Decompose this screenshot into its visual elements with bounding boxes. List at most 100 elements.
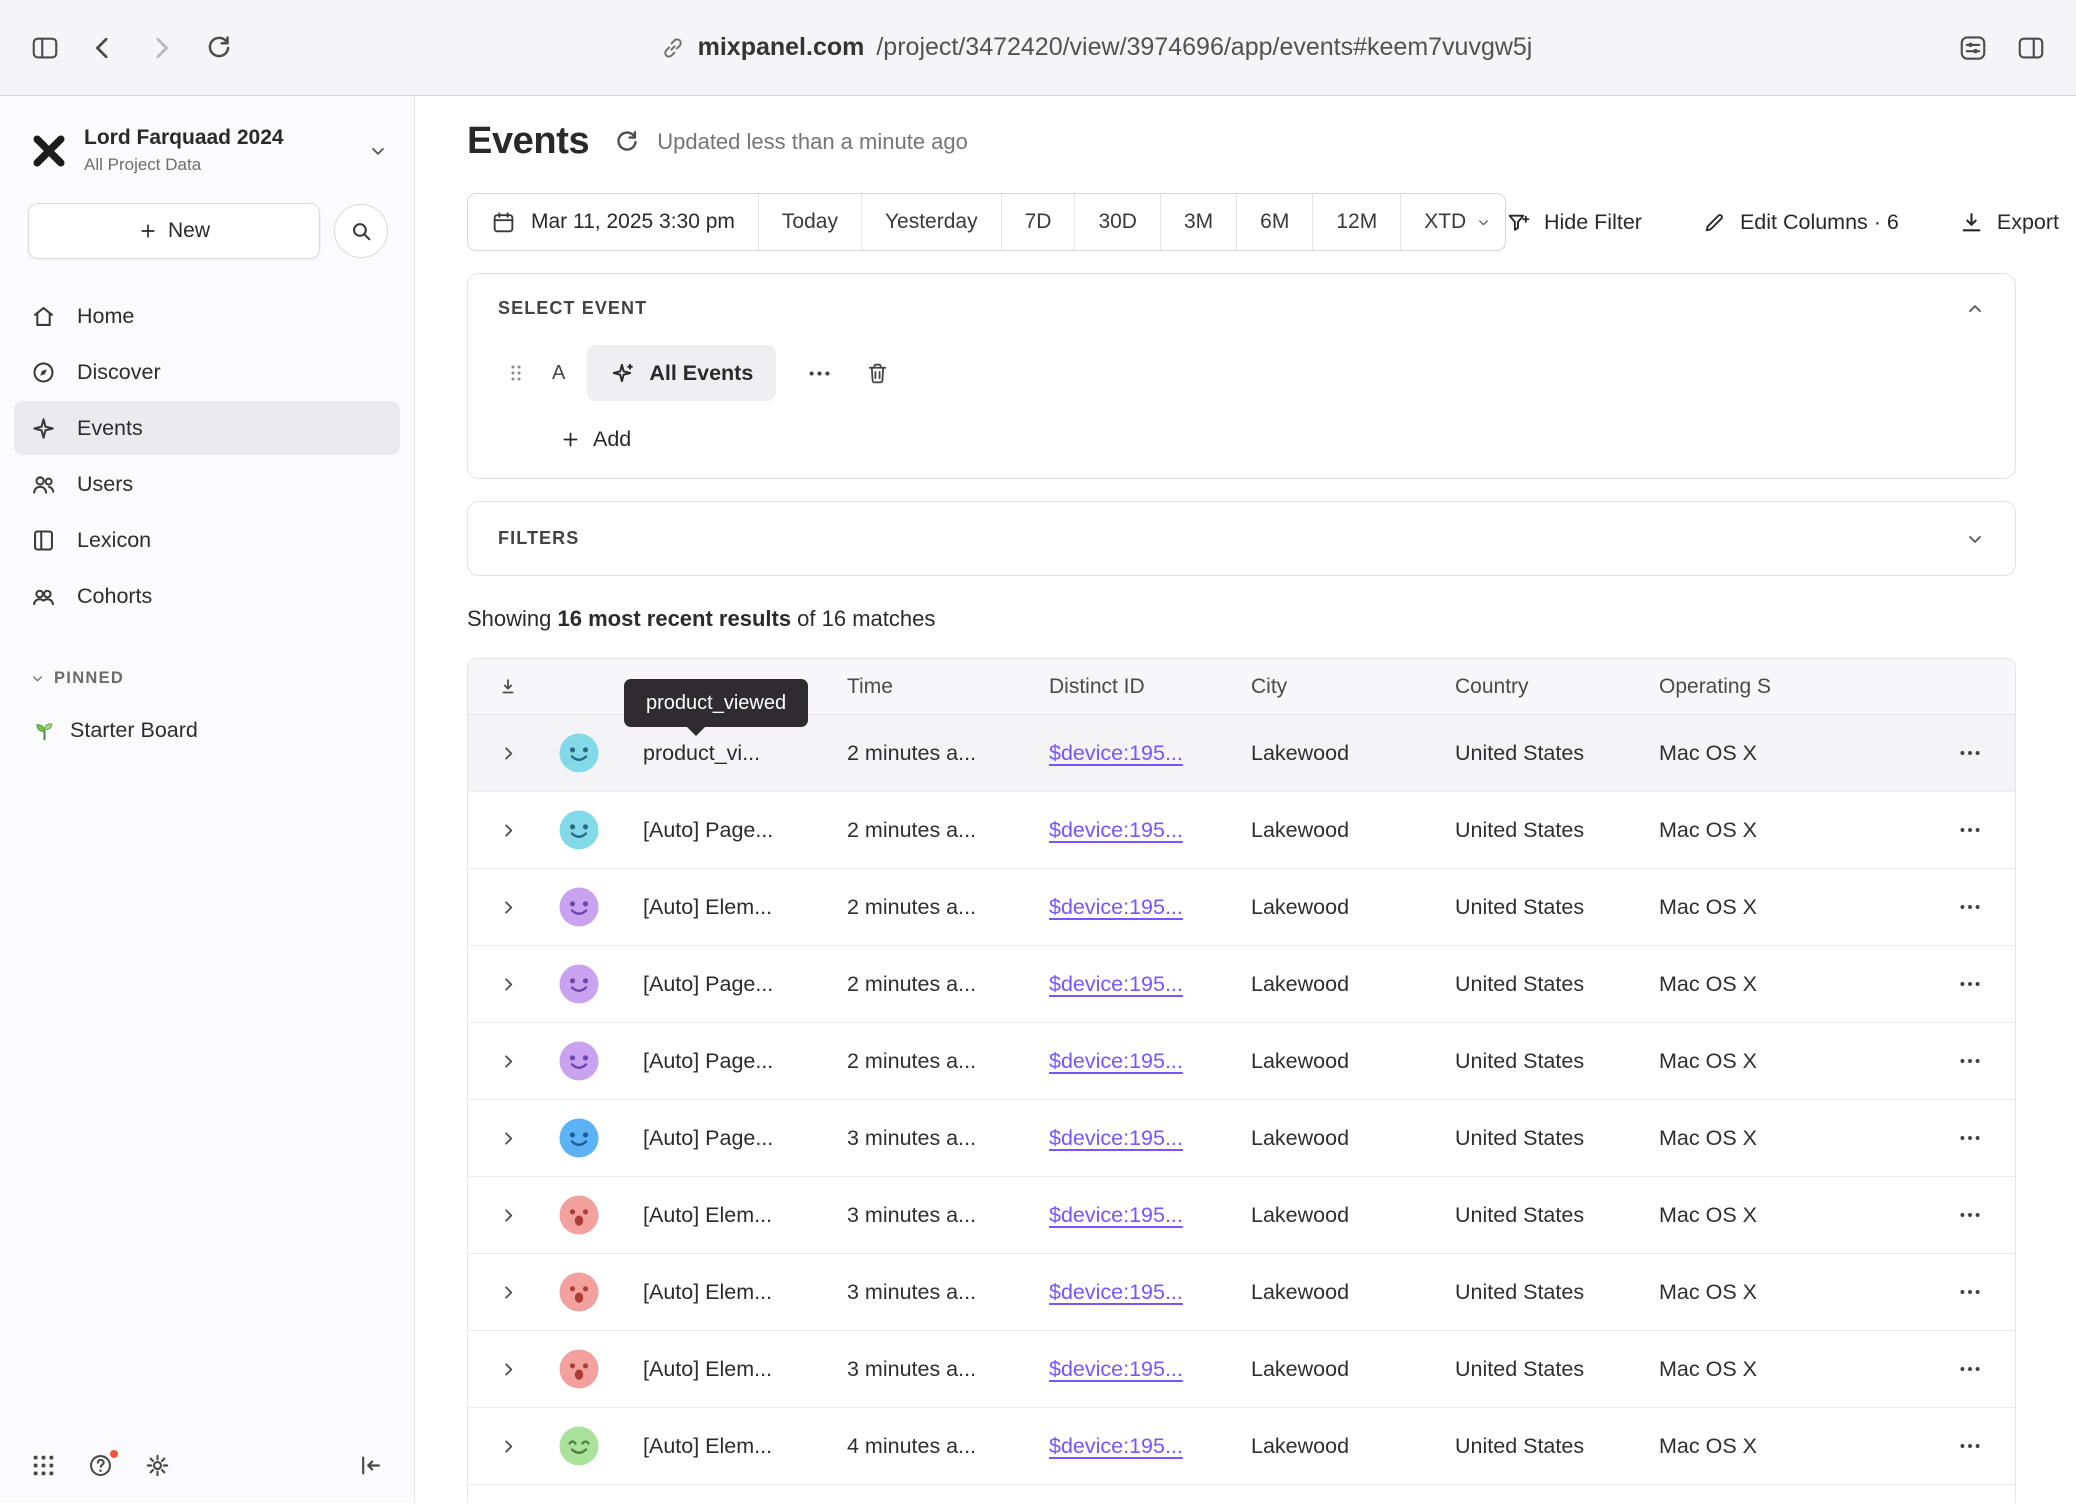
date-picker-button[interactable]: Mar 11, 2025 3:30 pm xyxy=(468,194,758,250)
table-row[interactable]: [Auto] Elem...3 minutes a...$device:195.… xyxy=(468,1177,2015,1254)
apps-grid-icon[interactable] xyxy=(30,1452,57,1479)
column-distinct-id[interactable]: Distinct ID xyxy=(1049,675,1251,699)
event-name[interactable]: [Auto] Elem... xyxy=(610,1203,847,1228)
distinct-id-link[interactable]: $device:195... xyxy=(1049,741,1251,766)
expand-row-icon[interactable] xyxy=(499,1129,518,1148)
row-actions-button[interactable] xyxy=(1957,740,1983,766)
expand-row-icon[interactable] xyxy=(499,898,518,917)
export-button[interactable]: Export xyxy=(1959,210,2059,235)
delete-event-icon[interactable] xyxy=(865,361,890,386)
drag-handle-icon[interactable] xyxy=(504,360,528,386)
pinned-section-header[interactable]: PINNED xyxy=(30,669,414,688)
refresh-icon[interactable] xyxy=(613,128,641,156)
pinned-item-starter-board[interactable]: Starter Board xyxy=(32,718,414,743)
event-selector-button[interactable]: All Events xyxy=(587,345,776,401)
table-row[interactable]: [Auto] Elem...3 minutes a...$device:195.… xyxy=(468,1254,2015,1331)
table-row[interactable]: [Auto] Elem...2 minutes a...$device:195.… xyxy=(468,869,2015,946)
sidebar-item-lexicon[interactable]: Lexicon xyxy=(14,513,400,567)
event-name[interactable]: [Auto] Elem... xyxy=(610,1434,847,1459)
edit-columns-button[interactable]: Edit Columns · 6 xyxy=(1702,210,1899,235)
expand-row-icon[interactable] xyxy=(499,744,518,763)
sidebar-item-cohorts[interactable]: Cohorts xyxy=(14,569,400,623)
range-yesterday[interactable]: Yesterday xyxy=(861,194,1001,250)
distinct-id-link[interactable]: $device:195... xyxy=(1049,1434,1251,1459)
event-name[interactable]: [Auto] Page... xyxy=(610,1049,847,1074)
expand-row-icon[interactable] xyxy=(499,1437,518,1456)
column-city[interactable]: City xyxy=(1251,675,1455,699)
row-actions-button[interactable] xyxy=(1957,1279,1983,1305)
browser-sidebar-toggle-icon[interactable] xyxy=(30,33,60,63)
reload-icon[interactable] xyxy=(204,33,234,63)
chevron-down-icon[interactable] xyxy=(1965,529,1985,549)
row-actions-button[interactable] xyxy=(1957,971,1983,997)
chevron-up-icon[interactable] xyxy=(1965,299,1985,319)
filters-title: FILTERS xyxy=(498,528,579,549)
add-event-button[interactable]: Add xyxy=(560,427,631,452)
distinct-id-link[interactable]: $device:195... xyxy=(1049,1126,1251,1151)
search-icon xyxy=(349,219,374,244)
expand-row-icon[interactable] xyxy=(499,1052,518,1071)
settings-gear-icon[interactable] xyxy=(144,1452,171,1479)
distinct-id-link[interactable]: $device:195... xyxy=(1049,1280,1251,1305)
event-name[interactable]: [Auto] Page... xyxy=(610,818,847,843)
distinct-id-link[interactable]: $device:195... xyxy=(1049,895,1251,920)
table-row[interactable]: [Auto] Page...3 minutes a...$device:195.… xyxy=(468,1100,2015,1177)
range-30d[interactable]: 30D xyxy=(1074,194,1160,250)
event-name[interactable]: [Auto] Page... xyxy=(610,972,847,997)
event-options-button[interactable] xyxy=(806,360,833,387)
range-12m[interactable]: 12M xyxy=(1312,194,1400,250)
table-row[interactable]: product_vi...2 minutes a...$device:195..… xyxy=(468,715,2015,792)
collapse-rows-icon[interactable] xyxy=(497,676,519,698)
table-row[interactable]: [Auto] Elem...3 minutes a...$device:195.… xyxy=(468,1331,2015,1408)
column-time[interactable]: Time xyxy=(847,675,1049,699)
table-row[interactable]: [Auto] Page...2 minutes a...$device:195.… xyxy=(468,946,2015,1023)
browser-right-sidebar-icon[interactable] xyxy=(2016,33,2046,63)
sidebar-item-discover[interactable]: Discover xyxy=(14,345,400,399)
range-xtd[interactable]: XTD xyxy=(1400,194,1506,250)
sidebar-item-home[interactable]: Home xyxy=(14,289,400,343)
back-icon[interactable] xyxy=(88,33,118,63)
hide-filter-button[interactable]: Hide Filter xyxy=(1506,210,1642,235)
expand-row-icon[interactable] xyxy=(499,1283,518,1302)
page-settings-icon[interactable] xyxy=(1958,33,1988,63)
sidebar-item-events[interactable]: Events xyxy=(14,401,400,455)
event-name[interactable]: [Auto] Elem... xyxy=(610,1280,847,1305)
row-actions-button[interactable] xyxy=(1957,1048,1983,1074)
url-bar[interactable]: mixpanel.com/project/3472420/view/397469… xyxy=(262,33,1930,62)
row-actions-button[interactable] xyxy=(1957,894,1983,920)
row-actions-button[interactable] xyxy=(1957,1356,1983,1382)
event-name[interactable]: product_vi... xyxy=(610,741,847,766)
collapse-sidebar-icon[interactable] xyxy=(357,1452,384,1479)
distinct-id-link[interactable]: $device:195... xyxy=(1049,1049,1251,1074)
expand-row-icon[interactable] xyxy=(499,1360,518,1379)
workspace-switcher[interactable]: Lord Farquaad 2024 All Project Data xyxy=(0,96,414,183)
range-today[interactable]: Today xyxy=(758,194,861,250)
row-actions-button[interactable] xyxy=(1957,1433,1983,1459)
column-country[interactable]: Country xyxy=(1455,675,1659,699)
row-actions-button[interactable] xyxy=(1957,1125,1983,1151)
distinct-id-link[interactable]: $device:195... xyxy=(1049,818,1251,843)
distinct-id-link[interactable]: $device:195... xyxy=(1049,1203,1251,1228)
column-os[interactable]: Operating S xyxy=(1659,675,1925,699)
distinct-id-link[interactable]: $device:195... xyxy=(1049,972,1251,997)
expand-row-icon[interactable] xyxy=(499,975,518,994)
table-row[interactable]: [Auto] Page...2 minutes a...$device:195.… xyxy=(468,792,2015,869)
range-6m[interactable]: 6M xyxy=(1236,194,1312,250)
event-os: Mac OS X xyxy=(1659,1434,1925,1459)
event-name[interactable]: [Auto] Page... xyxy=(610,1126,847,1151)
range-7d[interactable]: 7D xyxy=(1001,194,1075,250)
row-actions-button[interactable] xyxy=(1957,817,1983,843)
help-button[interactable] xyxy=(87,1452,114,1479)
new-button[interactable]: New xyxy=(28,203,320,259)
expand-row-icon[interactable] xyxy=(499,821,518,840)
sidebar-item-users[interactable]: Users xyxy=(14,457,400,511)
event-name[interactable]: [Auto] Elem... xyxy=(610,1357,847,1382)
search-button[interactable] xyxy=(334,204,388,258)
expand-row-icon[interactable] xyxy=(499,1206,518,1225)
distinct-id-link[interactable]: $device:195... xyxy=(1049,1357,1251,1382)
range-3m[interactable]: 3M xyxy=(1160,194,1236,250)
row-actions-button[interactable] xyxy=(1957,1202,1983,1228)
event-name[interactable]: [Auto] Elem... xyxy=(610,895,847,920)
table-row[interactable]: [Auto] Elem...4 minutes a...$device:195.… xyxy=(468,1408,2015,1485)
table-row[interactable]: [Auto] Page...2 minutes a...$device:195.… xyxy=(468,1023,2015,1100)
